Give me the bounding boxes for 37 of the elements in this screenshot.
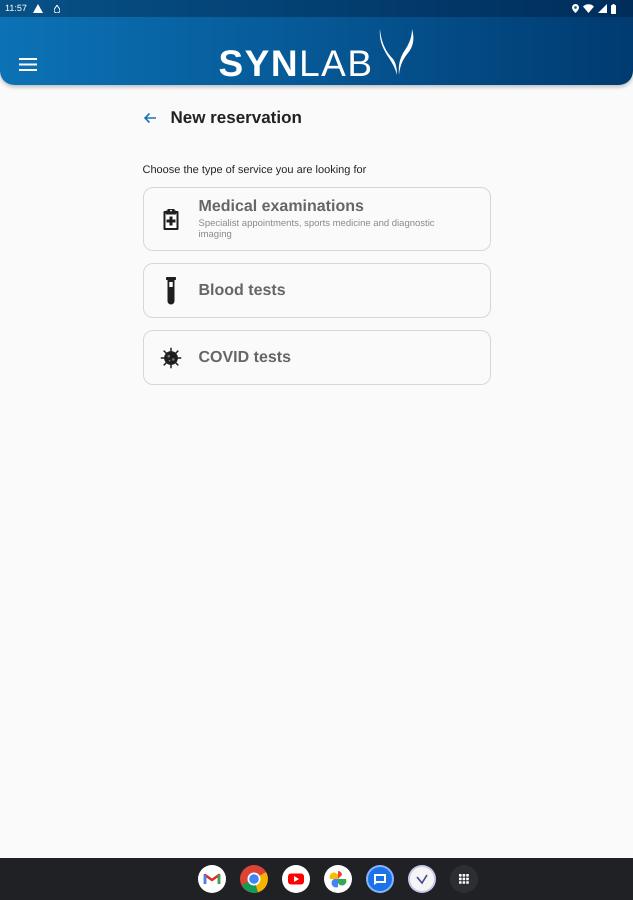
page-title: New reservation <box>170 108 302 128</box>
browser-app-icon <box>240 865 268 893</box>
check-circle-app-icon <box>408 865 436 893</box>
chat-bubble-app-icon <box>366 865 394 893</box>
mail-app-button[interactable] <box>198 865 226 893</box>
service-card[interactable]: Medical examinations Specialist appointments, sports medicine and diagnostic imaging <box>142 187 490 251</box>
mail-app-icon <box>198 865 226 893</box>
signal-icon <box>598 4 607 13</box>
video-app-button[interactable] <box>282 865 310 893</box>
menu-icon <box>19 58 37 71</box>
play-button-app-icon <box>282 865 310 893</box>
service-description: Specialist appointments, sports medicine and diagnostic imaging <box>198 218 436 240</box>
app-button[interactable] <box>408 865 436 893</box>
back-button[interactable] <box>142 112 156 124</box>
app-grid-icon <box>450 865 478 893</box>
browser-app-button[interactable] <box>240 865 268 893</box>
back-arrow-icon <box>142 112 156 124</box>
photos-app-button[interactable] <box>324 865 352 893</box>
service-card[interactable]: Blood tests <box>142 263 490 318</box>
wifi-icon <box>583 4 594 13</box>
virus-icon <box>160 346 182 368</box>
location-icon <box>572 4 579 13</box>
logo-text: SYNLAB <box>218 45 374 82</box>
warning-icon <box>32 4 43 13</box>
status-time: 11:57 <box>5 4 27 13</box>
prompt-text: Choose the type of service you are looking for <box>142 164 368 176</box>
app-drawer-button[interactable] <box>450 865 478 893</box>
messages-app-button[interactable] <box>366 865 394 893</box>
battery-icon <box>611 4 616 14</box>
service-card[interactable]: COVID tests <box>142 330 490 385</box>
pinwheel-app-icon <box>324 865 352 893</box>
service-title: Medical examinations <box>198 198 365 216</box>
service-title: COVID tests <box>198 348 291 366</box>
drop-icon <box>54 4 60 12</box>
service-title: Blood tests <box>198 282 286 300</box>
menu-button[interactable] <box>17 56 39 73</box>
swoosh-mark-icon <box>378 29 414 75</box>
